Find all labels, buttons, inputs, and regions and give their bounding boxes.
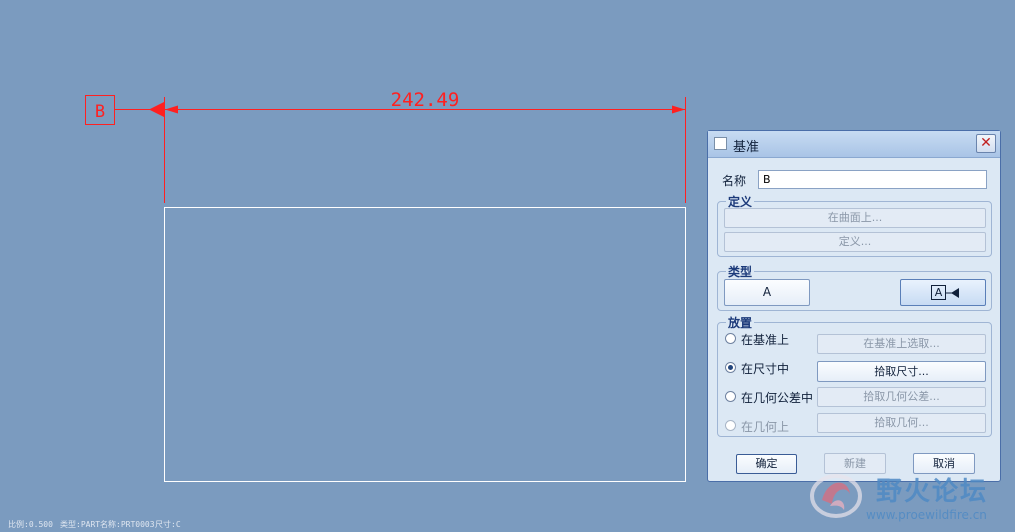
status-scale: 比例:0.500: [8, 520, 53, 529]
part-outline[interactable]: [164, 207, 686, 482]
datum-dialog: 基准 ✕ 名称 定义 在曲面上... 定义... 类型 A A 放置 在基准上 …: [707, 130, 1001, 482]
status-name: 名称:PRT0003: [100, 520, 155, 529]
define-button[interactable]: 定义...: [724, 232, 986, 252]
datum-tag-label: B: [95, 102, 105, 122]
radio-on-geometry[interactable]: [725, 420, 736, 431]
dialog-title: 基准: [733, 140, 760, 155]
in-gtol-label: 在几何公差中: [741, 391, 814, 405]
type-datum-arrow-label: A: [931, 285, 946, 300]
radio-in-dimension[interactable]: [725, 362, 736, 373]
pick-geometry-button[interactable]: 拾取几何...: [817, 413, 986, 433]
close-icon: ✕: [980, 135, 992, 151]
datum-triangle: [149, 102, 164, 117]
close-button[interactable]: ✕: [976, 134, 996, 153]
type-group-title: 类型: [726, 263, 755, 280]
window-icon: [714, 137, 727, 150]
on-geometry-label: 在几何上: [741, 420, 790, 434]
watermark-logo-icon: [810, 474, 862, 518]
on-surface-button[interactable]: 在曲面上...: [724, 208, 986, 228]
watermark-url: www.proewildfire.cn: [866, 508, 987, 522]
watermark-text: 野火论坛: [876, 477, 989, 507]
type-datum-button[interactable]: A: [724, 279, 810, 306]
radio-on-datum[interactable]: [725, 333, 736, 344]
status-type: 类型:PART: [60, 520, 101, 529]
dialog-titlebar[interactable]: 基准 ✕: [708, 131, 1000, 158]
status-size: 尺寸:C: [155, 520, 181, 529]
name-label: 名称: [722, 174, 747, 188]
dimension-value[interactable]: 242.49: [391, 89, 460, 111]
pick-dimension-button[interactable]: 拾取尺寸...: [817, 361, 986, 382]
name-field[interactable]: [758, 170, 987, 189]
in-dimension-label: 在尺寸中: [741, 362, 790, 376]
pick-gtol-button[interactable]: 拾取几何公差...: [817, 387, 986, 407]
on-datum-label: 在基准上: [741, 333, 790, 347]
type-datum-arrow-button[interactable]: A: [900, 279, 986, 306]
dimension-arrow-left: [165, 105, 178, 114]
placement-group-title: 放置: [726, 314, 755, 331]
datum-arrow-icon: [946, 288, 959, 298]
ok-button[interactable]: 确定: [736, 454, 797, 474]
radio-in-gtol[interactable]: [725, 391, 736, 402]
select-on-datum-button[interactable]: 在基准上选取...: [817, 334, 986, 354]
dimension-arrow-right: [672, 105, 685, 114]
